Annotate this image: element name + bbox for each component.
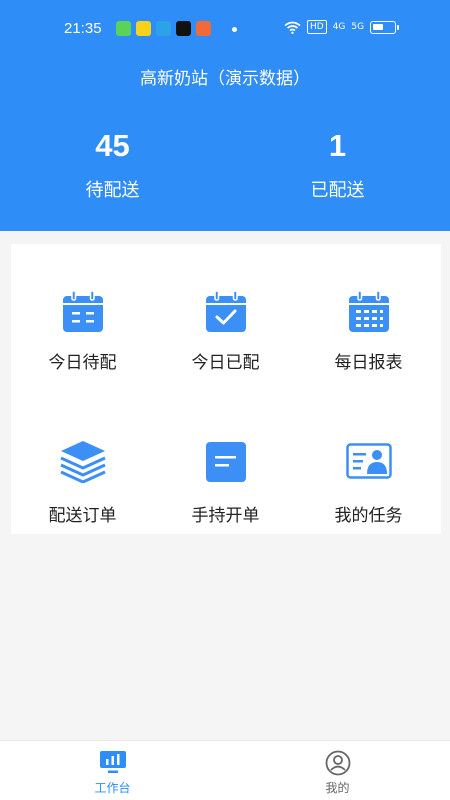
stat-delivered-value: 1 <box>328 128 347 163</box>
news-app-icon <box>136 21 151 36</box>
status-indicators: HD 4G 5G <box>284 20 400 34</box>
hd-voice-icon: HD <box>307 20 327 34</box>
grid-item-daily-report[interactable]: 每日报表 <box>297 244 440 389</box>
grid-item-label: 配送订单 <box>48 506 117 526</box>
more-notifications-dot-icon <box>232 27 237 32</box>
grid-item-today-pending[interactable]: 今日待配 <box>11 244 154 389</box>
grid-item-handheld-billing[interactable]: 手持开单 <box>154 389 297 534</box>
stat-pending-value: 45 <box>95 128 130 163</box>
notification-icons <box>116 21 211 36</box>
grid-item-label: 今日已配 <box>191 353 260 373</box>
bottom-nav: 工作台 我的 <box>0 740 450 800</box>
header-banner: 21:35 HD 4G 5G 高新奶站（演示数据） 45 待配送 1 已配送 <box>0 0 450 231</box>
id-card-icon <box>345 443 392 479</box>
tab-mine-label: 我的 <box>325 781 350 795</box>
calendar-check-icon <box>205 290 246 332</box>
function-grid: 今日待配 今日已配 每日报表 配送订单 手持开单 我的任务 <box>11 244 441 534</box>
dashboard-chart-icon <box>99 751 126 773</box>
grid-item-label: 我的任务 <box>334 506 403 526</box>
signal-4g-icon: 4G <box>332 22 346 32</box>
stat-pending[interactable]: 45 待配送 <box>0 126 225 202</box>
wechat-icon <box>116 21 131 36</box>
stat-delivered[interactable]: 1 已配送 <box>225 126 450 202</box>
grid-item-label: 每日报表 <box>334 353 403 373</box>
document-icon <box>205 442 246 482</box>
weibo-icon <box>196 21 211 36</box>
calendar-grid-icon <box>348 290 389 332</box>
stat-delivered-label: 已配送 <box>310 180 365 201</box>
status-time: 21:35 <box>64 20 102 37</box>
signal-5g-icon: 5G <box>351 22 365 32</box>
calendar-list-icon <box>62 290 103 332</box>
page-title: 高新奶站（演示数据） <box>140 69 310 89</box>
tab-mine[interactable]: 我的 <box>225 741 450 800</box>
grid-item-delivery-orders[interactable]: 配送订单 <box>11 389 154 534</box>
layers-icon <box>59 441 106 483</box>
battery-icon <box>370 20 400 34</box>
telegram-icon <box>156 21 171 36</box>
grid-item-label: 今日待配 <box>48 353 117 373</box>
tiktok-icon <box>176 21 191 36</box>
grid-item-my-tasks[interactable]: 我的任务 <box>297 389 440 534</box>
user-profile-icon <box>325 750 350 776</box>
tab-workbench[interactable]: 工作台 <box>0 741 225 800</box>
status-bar: 21:35 HD 4G 5G <box>0 0 450 58</box>
tab-workbench-label: 工作台 <box>94 781 131 795</box>
stat-pending-label: 待配送 <box>85 180 140 201</box>
grid-item-today-delivered[interactable]: 今日已配 <box>154 244 297 389</box>
grid-item-label: 手持开单 <box>191 506 260 526</box>
wifi-icon <box>284 21 301 34</box>
